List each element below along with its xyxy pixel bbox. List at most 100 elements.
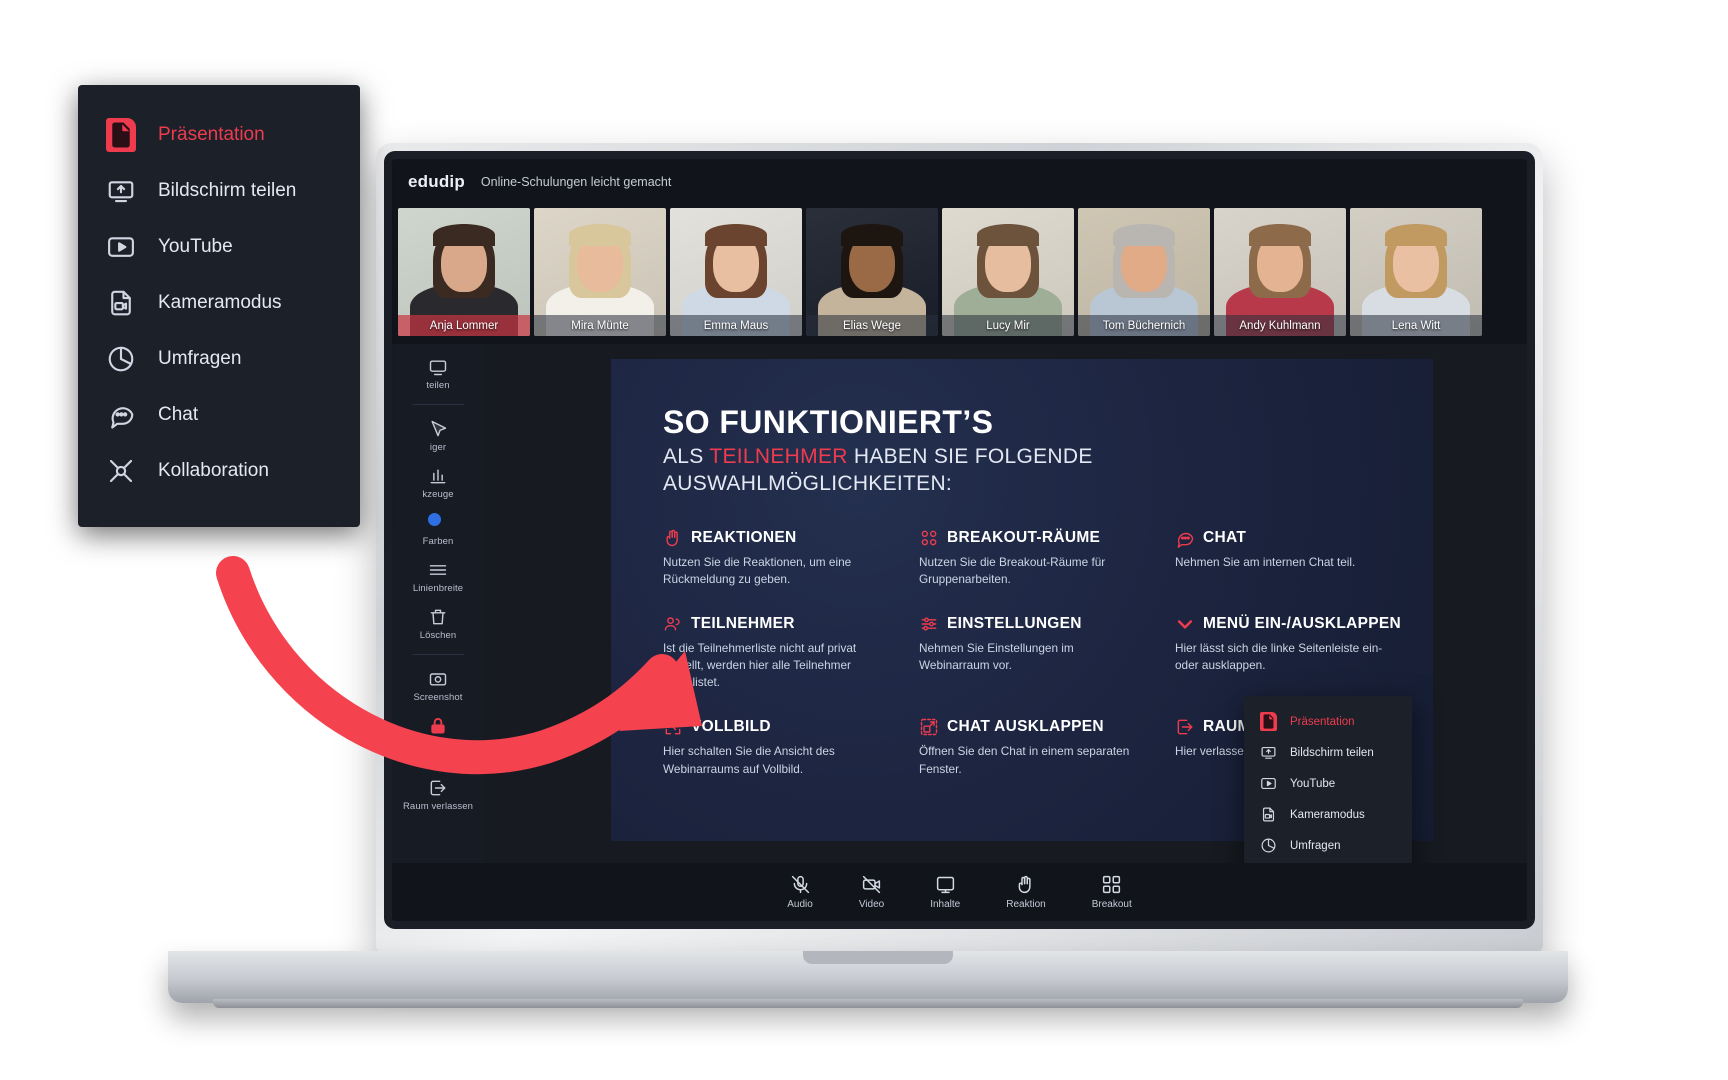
menu-item-label: Chat	[158, 404, 199, 425]
participant-tile[interactable]: Lena Witt	[1350, 208, 1482, 336]
menu-item-chat[interactable]: Chat	[78, 387, 360, 443]
participant-name: Tom Büchernich	[1078, 315, 1210, 336]
exit-icon	[1175, 717, 1195, 737]
app-screen: edudip Online-Schulungen leicht gemacht …	[392, 159, 1527, 921]
menu-item-label: Kameramodus	[158, 292, 282, 313]
feature-body: Nehmen Sie am internen Chat teil.	[1175, 554, 1356, 569]
feature-body: Hier lässt sich die linke Seitenleiste e…	[1175, 641, 1383, 673]
chat-bubble-icon	[106, 400, 136, 430]
feature-item: MENÜ EIN-/AUSKLAPPEN Hier lässt sich die …	[1175, 614, 1425, 691]
feature-body: Nehmen Sie Einstellungen im Webinarraum …	[919, 641, 1074, 673]
tool-screenshot[interactable]: Screenshot	[392, 662, 484, 709]
color-dot-icon	[428, 513, 448, 533]
menu-item-bildschirm-teilen[interactable]: Bildschirm teilen	[78, 163, 360, 219]
menu-item-youtube[interactable]: YouTube	[78, 219, 360, 275]
feature-title: VOLLBILD	[691, 718, 771, 736]
feature-body: Öffnen Sie den Chat in einem separaten F…	[919, 744, 1130, 776]
menu-item-label: Umfragen	[1290, 839, 1341, 852]
breakout-icon	[919, 528, 939, 548]
share-icon	[428, 357, 448, 377]
meeting-bottom-toolbar[interactable]: Audio Video Inhalte Reaktion Breakout	[392, 863, 1527, 921]
laptop-notch	[803, 951, 953, 964]
camera-file-icon	[1260, 806, 1277, 823]
menu-item-kameramodus[interactable]: Kameramodus	[1244, 799, 1412, 830]
tool-label: Screenshot	[413, 692, 463, 703]
rail-divider	[412, 763, 464, 764]
collaboration-icon	[106, 456, 136, 486]
tool-l-schen[interactable]: Löschen	[392, 600, 484, 647]
app-brand: edudip	[408, 171, 465, 191]
feature-title: MENÜ EIN-/AUSKLAPPEN	[1203, 615, 1402, 633]
tool-label: Farben	[422, 536, 454, 547]
pie-chart-icon	[1260, 837, 1277, 854]
feature-title: CHAT AUSKLAPPEN	[947, 718, 1104, 736]
screenshot-root: edudip Online-Schulungen leicht gemacht …	[0, 0, 1728, 1080]
participant-tile[interactable]: Elias Wege	[806, 208, 938, 336]
slide-subtitle-post: HABEN SIE FOLGENDE	[847, 445, 1093, 469]
pdf-file-icon	[1260, 712, 1277, 731]
tool-raum-verlassen[interactable]: Raum verlassen	[392, 771, 484, 818]
chat-icon	[1175, 528, 1195, 548]
participant-tile[interactable]: Emma Maus	[670, 208, 802, 336]
participant-tile[interactable]: Lucy Mir	[942, 208, 1074, 336]
app-tagline: Online-Schulungen leicht gemacht	[480, 174, 672, 189]
menu-item-label: Kollaboration	[158, 460, 269, 481]
menu-item-umfragen[interactable]: Umfragen	[1244, 830, 1412, 861]
menu-item-kameramodus[interactable]: Kameramodus	[78, 275, 360, 331]
participant-tile[interactable]: Andy Kuhlmann	[1214, 208, 1346, 336]
menu-item-pr-sentation[interactable]: Präsentation	[78, 107, 360, 163]
camera-file-icon	[106, 288, 136, 318]
tool-label: kzeuge	[422, 489, 454, 500]
content-icon	[935, 874, 956, 895]
tool-farben[interactable]: Farben	[392, 506, 484, 553]
fullscreen-icon	[663, 717, 683, 737]
menu-item-umfragen[interactable]: Umfragen	[78, 331, 360, 387]
menu-item-kollaboration[interactable]: Kollaboration	[78, 443, 360, 499]
toolbar-label: Audio	[787, 899, 813, 910]
camera-muted-icon	[861, 874, 882, 895]
feature-title: TEILNEHMER	[691, 615, 795, 633]
tool-label: Löschen	[419, 630, 457, 641]
menu-item-label: YouTube	[1290, 777, 1336, 790]
slide-title: SO FUNKTIONIERT’S	[663, 404, 994, 440]
lock-icon	[428, 716, 448, 736]
laptop-mockup: edudip Online-Schulungen leicht gemacht …	[168, 143, 1588, 1008]
feature-item: CHAT AUSKLAPPEN Öffnen Sie den Chat in ei…	[919, 717, 1157, 777]
breakout-grid-icon	[1101, 874, 1122, 895]
participant-name: Elias Wege	[806, 315, 938, 336]
feature-body: Ist die Teilnehmerliste nicht auf privat…	[663, 641, 857, 690]
menu-item-pr-sentation[interactable]: Präsentation	[1244, 706, 1412, 737]
toolbar-label: Inhalte	[930, 899, 961, 910]
toolbar-video[interactable]: Video	[859, 874, 884, 910]
pie-chart-icon	[106, 344, 136, 374]
toolbar-inhalte[interactable]: Inhalte	[930, 874, 960, 910]
participant-tile[interactable]: Anja Lommer	[398, 208, 530, 336]
slide-subtitle-highlight: TEILNEHMER	[709, 445, 848, 469]
menu-item-bildschirm-teilen[interactable]: Bildschirm teilen	[1244, 737, 1412, 768]
tool-iger[interactable]: iger	[392, 412, 484, 459]
content-menu-callout[interactable]: Präsentation Bildschirm teilen YouTube Kame…	[78, 85, 360, 527]
rail-divider	[412, 654, 464, 655]
participant-tile[interactable]: Mira Münte	[534, 208, 666, 336]
toolbar-audio[interactable]: Audio	[787, 874, 813, 910]
toolbar-reaktion[interactable]: Reaktion	[1006, 874, 1046, 910]
pointer-icon	[428, 419, 448, 439]
tool-freigeben[interactable]: Freigeben	[392, 709, 484, 756]
participant-video-strip[interactable]: Anja Lommer Mira Münte Emma Maus Elias Wege…	[392, 204, 1527, 344]
feature-body: Nutzen Sie die Breakout-Räume für Gruppe…	[919, 554, 1106, 587]
tool-kzeuge[interactable]: kzeuge	[392, 459, 484, 506]
tool-label: Raum verlassen	[402, 801, 474, 812]
whiteboard-tool-rail[interactable]: teilen iger kzeuge Farben Linienbreite Lösche…	[392, 344, 484, 863]
menu-item-youtube[interactable]: YouTube	[1244, 768, 1412, 799]
hand-icon	[1015, 874, 1036, 895]
tool-teilen[interactable]: teilen	[392, 350, 484, 397]
tool-linienbreite[interactable]: Linienbreite	[392, 553, 484, 600]
feature-item: EINSTELLUNGEN Nehmen Sie Einstellungen im…	[919, 614, 1157, 691]
participant-tile[interactable]: Tom Büchernich	[1078, 208, 1210, 336]
play-box-icon	[1260, 775, 1277, 792]
feature-item: BREAKOUT-RÄUME Nutzen Sie die Breakout-Rä…	[919, 528, 1157, 588]
menu-item-label: Präsentation	[158, 124, 265, 145]
toolbar-breakout[interactable]: Breakout	[1092, 874, 1132, 910]
presentation-stage: SO FUNKTIONIERT’S ALS TEILNEHMER HABEN S…	[484, 344, 1527, 921]
screenshot-icon	[428, 669, 448, 689]
